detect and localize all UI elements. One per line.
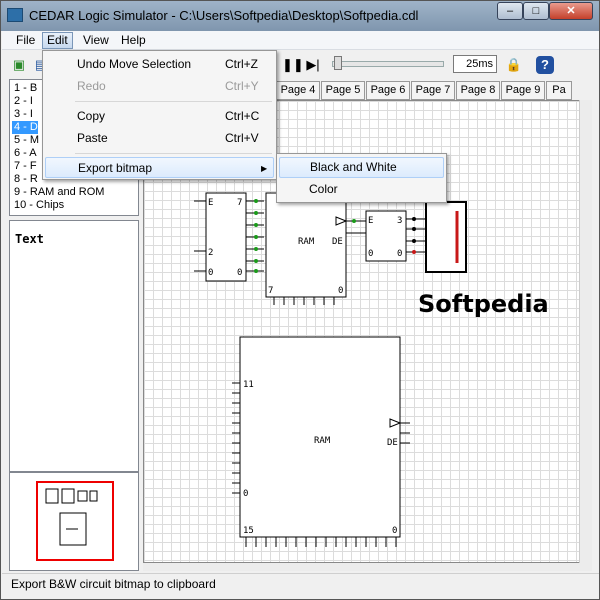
- hex-display[interactable]: [425, 201, 467, 273]
- library-item[interactable]: 5 - M: [12, 134, 41, 147]
- menu-bar: File Edit View Help: [2, 31, 599, 50]
- horizontal-scrollbar[interactable]: [143, 563, 592, 571]
- preview-panel[interactable]: [9, 472, 139, 571]
- tab-page-6[interactable]: Page 6: [366, 81, 410, 100]
- main-window: CEDAR Logic Simulator - C:\Users\Softped…: [0, 0, 600, 600]
- tab-page-4[interactable]: Page 4: [276, 81, 320, 100]
- menu-copy[interactable]: Copy Ctrl+C: [45, 106, 274, 127]
- menu-export-black-white[interactable]: Black and White: [279, 157, 444, 178]
- menu-copy-shortcut: Ctrl+C: [225, 109, 260, 123]
- menu-export-bitmap[interactable]: Export bitmap ▶: [45, 157, 274, 178]
- menu-edit[interactable]: Edit: [42, 32, 73, 49]
- lock-icon[interactable]: 🔒: [505, 56, 523, 74]
- preview-viewport-frame[interactable]: [36, 481, 114, 561]
- canvas-text-label[interactable]: Softpedia: [418, 290, 549, 318]
- text-panel-label: Text: [15, 232, 44, 246]
- vertical-scrollbar[interactable]: [579, 100, 592, 563]
- minimize-button[interactable]: –: [497, 2, 523, 20]
- ram-large-chip[interactable]: 11 RAM DE 0 15 0: [232, 336, 410, 547]
- menu-undo-shortcut: Ctrl+Z: [225, 57, 258, 71]
- menu-separator: [75, 153, 272, 154]
- chip-pin-label: 3: [397, 216, 402, 226]
- step-icon[interactable]: ▶|: [304, 56, 322, 74]
- library-item[interactable]: 2 - I: [12, 95, 35, 108]
- menu-redo-label: Redo: [77, 79, 106, 93]
- title-bar[interactable]: CEDAR Logic Simulator - C:\Users\Softped…: [1, 1, 599, 31]
- chip-pin-label: 15: [243, 526, 254, 536]
- speed-slider-thumb[interactable]: [334, 56, 342, 70]
- status-message: Export B&W circuit bitmap to clipboard: [11, 577, 216, 591]
- tab-page-9[interactable]: Page 9: [501, 81, 545, 100]
- menu-copy-label: Copy: [77, 109, 106, 123]
- menu-paste-label: Paste: [77, 131, 108, 145]
- upper-left-chip[interactable]: E 7 2 0 0: [194, 192, 264, 282]
- chip-pin-label: 0: [338, 286, 343, 296]
- menu-paste-shortcut: Ctrl+V: [225, 131, 259, 145]
- chip-pin-label: E: [208, 198, 213, 208]
- library-item[interactable]: 1 - B: [12, 82, 39, 95]
- right-chip[interactable]: E 3 0 0: [365, 210, 426, 262]
- tab-page-5[interactable]: Page 5: [321, 81, 365, 100]
- menu-export-color[interactable]: Color: [279, 179, 444, 200]
- menu-separator: [75, 101, 272, 102]
- library-item[interactable]: 7 - F: [12, 160, 39, 173]
- text-panel[interactable]: Text: [9, 220, 139, 472]
- preview-thumbnail: [45, 488, 98, 546]
- ram-large-de-pin: DE: [387, 438, 398, 448]
- maximize-button[interactable]: □: [523, 2, 549, 20]
- chip-pin-label: E: [368, 216, 373, 226]
- ram-small-label: RAM: [298, 237, 315, 247]
- ram-large-pin-11: 11: [243, 380, 254, 390]
- close-button[interactable]: ✕: [549, 2, 593, 20]
- edit-menu-dropdown: Undo Move Selection Ctrl+Z Redo Ctrl+Y C…: [42, 50, 277, 180]
- window-title: CEDAR Logic Simulator - C:\Users\Softped…: [29, 8, 419, 23]
- ram-small-chip[interactable]: RAM DE 7 0: [265, 192, 366, 305]
- library-item[interactable]: 10 - Chips: [12, 199, 66, 212]
- ram-small-de-pin: DE: [332, 237, 343, 247]
- menu-view[interactable]: View: [79, 32, 113, 49]
- library-item[interactable]: 6 - A: [12, 147, 39, 160]
- tab-page-8[interactable]: Page 8: [456, 81, 500, 100]
- menu-undo[interactable]: Undo Move Selection Ctrl+Z: [45, 54, 274, 75]
- menu-redo-shortcut: Ctrl+Y: [225, 79, 259, 93]
- ram-large-pin-0: 0: [243, 489, 248, 499]
- chip-pin-label: 0: [392, 526, 397, 536]
- chip-pin-label: 0: [237, 268, 242, 278]
- library-item-selected[interactable]: 4 - D: [12, 121, 38, 134]
- tab-page-7[interactable]: Page 7: [411, 81, 455, 100]
- help-icon[interactable]: ?: [536, 56, 554, 74]
- menu-help[interactable]: Help: [117, 32, 150, 49]
- chip-pin-label: 0: [368, 249, 373, 259]
- new-file-icon[interactable]: ▣: [10, 56, 28, 74]
- menu-undo-label: Undo Move Selection: [77, 57, 192, 71]
- menu-export-bitmap-label: Export bitmap: [78, 161, 153, 175]
- chip-pin-label: 0: [208, 268, 213, 278]
- library-item[interactable]: 3 - I: [12, 108, 35, 121]
- ram-large-label: RAM: [314, 436, 331, 446]
- library-item[interactable]: 9 - RAM and ROM: [12, 186, 106, 199]
- menu-redo[interactable]: Redo Ctrl+Y: [45, 76, 274, 97]
- menu-paste[interactable]: Paste Ctrl+V: [45, 128, 274, 149]
- library-item[interactable]: 8 - R: [12, 173, 40, 186]
- speed-slider-track[interactable]: [332, 61, 444, 67]
- app-icon: [7, 8, 23, 22]
- menu-file[interactable]: File: [12, 32, 39, 49]
- chip-pin-label: 7: [268, 286, 273, 296]
- tab-page-partial[interactable]: Pa: [546, 81, 572, 100]
- chip-pin-label: 0: [397, 249, 402, 259]
- pause-icon[interactable]: ❚❚: [282, 56, 304, 74]
- speed-field[interactable]: 25ms: [453, 55, 497, 73]
- submenu-arrow-icon: ▶: [261, 164, 268, 173]
- export-bitmap-submenu: Black and White Color: [276, 153, 447, 203]
- chip-pin-label: 2: [208, 248, 213, 258]
- chip-pin-label: 7: [237, 198, 242, 208]
- status-bar: Export B&W circuit bitmap to clipboard: [2, 573, 599, 599]
